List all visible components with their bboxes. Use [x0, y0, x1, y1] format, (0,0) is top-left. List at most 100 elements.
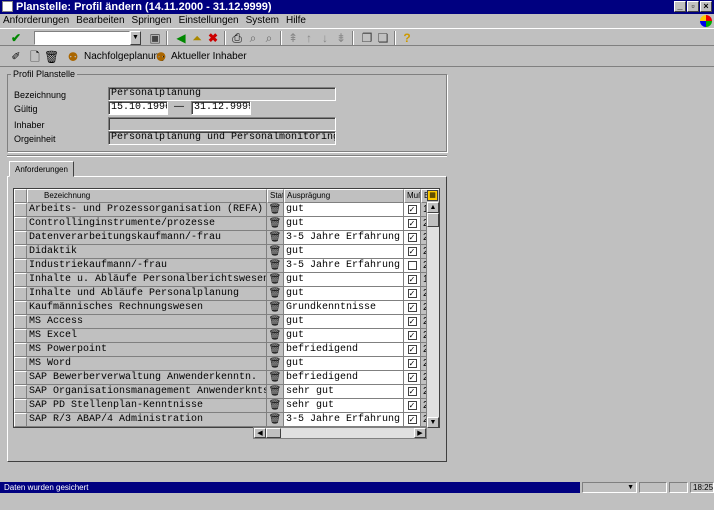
- maximize-button[interactable]: ▫: [687, 1, 699, 12]
- row-auspraegung-field[interactable]: befriedigend: [284, 343, 404, 357]
- menu-springen[interactable]: Springen: [132, 14, 172, 28]
- row-muss-checkbox[interactable]: ✓: [407, 387, 417, 396]
- header-bezeichnung[interactable]: Bezeichnung: [27, 189, 267, 203]
- minimize-button[interactable]: _: [674, 1, 686, 12]
- menu-bearbeiten[interactable]: Bearbeiten: [76, 14, 124, 28]
- help-icon[interactable]: ?: [400, 31, 414, 45]
- orgeinheit-field[interactable]: Personalplanung und Personalmonitoring: [108, 131, 336, 145]
- table-row[interactable]: Inhalte und Abläufe Personalplanung 🗑 gut ✓…: [14, 287, 439, 301]
- row-auspraegung-field[interactable]: gut: [284, 217, 404, 231]
- current-holder-button[interactable]: Aktueller Inhaber: [171, 50, 247, 64]
- previous-page-icon[interactable]: ↑: [302, 31, 316, 45]
- cancel-icon[interactable]: ✖: [206, 31, 220, 45]
- row-select-button[interactable]: [14, 371, 27, 385]
- next-page-icon[interactable]: ↓: [318, 31, 332, 45]
- row-auspraegung-field[interactable]: gut: [284, 315, 404, 329]
- print-icon[interactable]: ⎙: [230, 31, 244, 45]
- scroll-up-button[interactable]: ▲: [427, 202, 439, 213]
- find-next-icon[interactable]: ⌕: [262, 31, 276, 45]
- row-muss-checkbox[interactable]: ✓: [407, 345, 417, 354]
- row-select-button[interactable]: [14, 329, 27, 343]
- table-row[interactable]: Inhalte u. Abläufe Personalberichtswesen…: [14, 273, 439, 287]
- back-icon[interactable]: ◀: [174, 31, 188, 45]
- row-muss-checkbox[interactable]: ✓: [407, 331, 417, 340]
- row-status-trash-icon[interactable]: 🗑: [267, 343, 284, 357]
- first-page-icon[interactable]: ⇞: [286, 31, 300, 45]
- command-field[interactable]: [34, 31, 130, 45]
- table-row[interactable]: Datenverarbeitungskaufmann/-frau 🗑 3-5 Jah…: [14, 231, 439, 245]
- table-row[interactable]: Didaktik🗑gut✓23.: [14, 245, 439, 259]
- row-status-trash-icon[interactable]: 🗑: [267, 371, 284, 385]
- close-window-button[interactable]: ×: [700, 1, 712, 12]
- table-vertical-scrollbar[interactable]: ▲ ▼: [426, 202, 439, 428]
- gueltig-von-field[interactable]: 15.10.1996: [108, 101, 168, 115]
- row-auspraegung-field[interactable]: 3-5 Jahre Erfahrung: [284, 413, 404, 427]
- create-shortcut-icon[interactable]: ❏: [376, 31, 390, 45]
- row-auspraegung-field[interactable]: gut: [284, 245, 404, 259]
- table-row[interactable]: MS Excel🗑gut✓23.: [14, 329, 439, 343]
- row-status-trash-icon[interactable]: 🗑: [267, 329, 284, 343]
- command-field-dropdown[interactable]: ▼: [130, 31, 141, 45]
- table-row[interactable]: Controllinginstrumente/prozesse🗑gut✓23.: [14, 217, 439, 231]
- create-session-icon[interactable]: ❐: [360, 31, 374, 45]
- row-select-button[interactable]: [14, 343, 27, 357]
- successor-planning-button[interactable]: Nachfolgeplanung: [84, 50, 165, 64]
- row-auspraegung-field[interactable]: sehr gut: [284, 385, 404, 399]
- table-row[interactable]: SAP PD Stellenplan-Kenntnisse🗑sehr gut✓2…: [14, 399, 439, 413]
- row-status-trash-icon[interactable]: 🗑: [267, 287, 284, 301]
- table-row[interactable]: SAP R/3 ABAP/4 Administration 🗑 3-5 Jahre …: [14, 413, 439, 427]
- row-muss-checkbox[interactable]: ✓: [407, 415, 417, 424]
- row-muss-checkbox[interactable]: ✓: [407, 233, 417, 242]
- header-auspraegung[interactable]: Ausprägung: [284, 189, 404, 203]
- row-select-button[interactable]: [14, 413, 27, 427]
- row-muss-checkbox[interactable]: ✓: [407, 373, 417, 382]
- row-select-button[interactable]: [14, 203, 27, 217]
- menu-anforderungen[interactable]: Anforderungen: [3, 14, 69, 28]
- tab-anforderungen[interactable]: Anforderungen: [9, 161, 74, 177]
- exit-icon[interactable]: ⏶: [190, 31, 204, 45]
- row-auspraegung-field[interactable]: sehr gut: [284, 399, 404, 413]
- row-auspraegung-field[interactable]: befriedigend: [284, 371, 404, 385]
- create-icon[interactable]: 🗋: [28, 50, 42, 64]
- row-muss-checkbox[interactable]: ✓: [407, 289, 417, 298]
- row-select-button[interactable]: [14, 315, 27, 329]
- row-muss-checkbox[interactable]: ✓: [407, 205, 417, 214]
- table-row[interactable]: MS Powerpoint🗑befriedigend✓23.: [14, 343, 439, 357]
- row-muss-checkbox[interactable]: ✓: [407, 303, 417, 312]
- enter-check-icon[interactable]: ✔: [9, 31, 23, 45]
- last-page-icon[interactable]: ⇟: [334, 31, 348, 45]
- row-muss-checkbox[interactable]: ✓: [407, 317, 417, 326]
- row-auspraegung-field[interactable]: 3-5 Jahre Erfahrung: [284, 231, 404, 245]
- header-stat[interactable]: Stat: [267, 189, 284, 203]
- table-horizontal-scrollbar[interactable]: ◀ ▶: [253, 427, 427, 439]
- row-select-button[interactable]: [14, 287, 27, 301]
- row-select-button[interactable]: [14, 231, 27, 245]
- header-muss[interactable]: Muß: [404, 189, 421, 203]
- select-all-header[interactable]: [14, 189, 27, 203]
- row-status-trash-icon[interactable]: 🗑: [267, 413, 284, 427]
- display-change-icon[interactable]: ✐: [9, 50, 23, 64]
- row-select-button[interactable]: [14, 217, 27, 231]
- row-status-trash-icon[interactable]: 🗑: [267, 357, 284, 371]
- row-status-trash-icon[interactable]: 🗑: [267, 245, 284, 259]
- row-status-trash-icon[interactable]: 🗑: [267, 231, 284, 245]
- row-auspraegung-field[interactable]: gut: [284, 203, 404, 217]
- row-status-trash-icon[interactable]: 🗑: [267, 217, 284, 231]
- menu-system[interactable]: System: [246, 14, 279, 28]
- row-status-trash-icon[interactable]: 🗑: [267, 301, 284, 315]
- hscroll-thumb[interactable]: [266, 428, 281, 438]
- row-auspraegung-field[interactable]: gut: [284, 357, 404, 371]
- row-status-trash-icon[interactable]: 🗑: [267, 259, 284, 273]
- table-row[interactable]: MS Word🗑gut✓23.: [14, 357, 439, 371]
- row-select-button[interactable]: [14, 259, 27, 273]
- table-row[interactable]: SAP Organisationsmanagement Anwenderknts…: [14, 385, 439, 399]
- scroll-down-button[interactable]: ▼: [427, 417, 439, 428]
- row-select-button[interactable]: [14, 301, 27, 315]
- scroll-thumb[interactable]: [427, 213, 439, 227]
- system-info-dropdown[interactable]: ▼: [582, 482, 637, 493]
- row-auspraegung-field[interactable]: gut: [284, 287, 404, 301]
- row-status-trash-icon[interactable]: 🗑: [267, 399, 284, 413]
- row-muss-checkbox[interactable]: ✓: [407, 359, 417, 368]
- row-muss-checkbox[interactable]: [407, 261, 417, 270]
- row-auspraegung-field[interactable]: Grundkenntnisse: [284, 301, 404, 315]
